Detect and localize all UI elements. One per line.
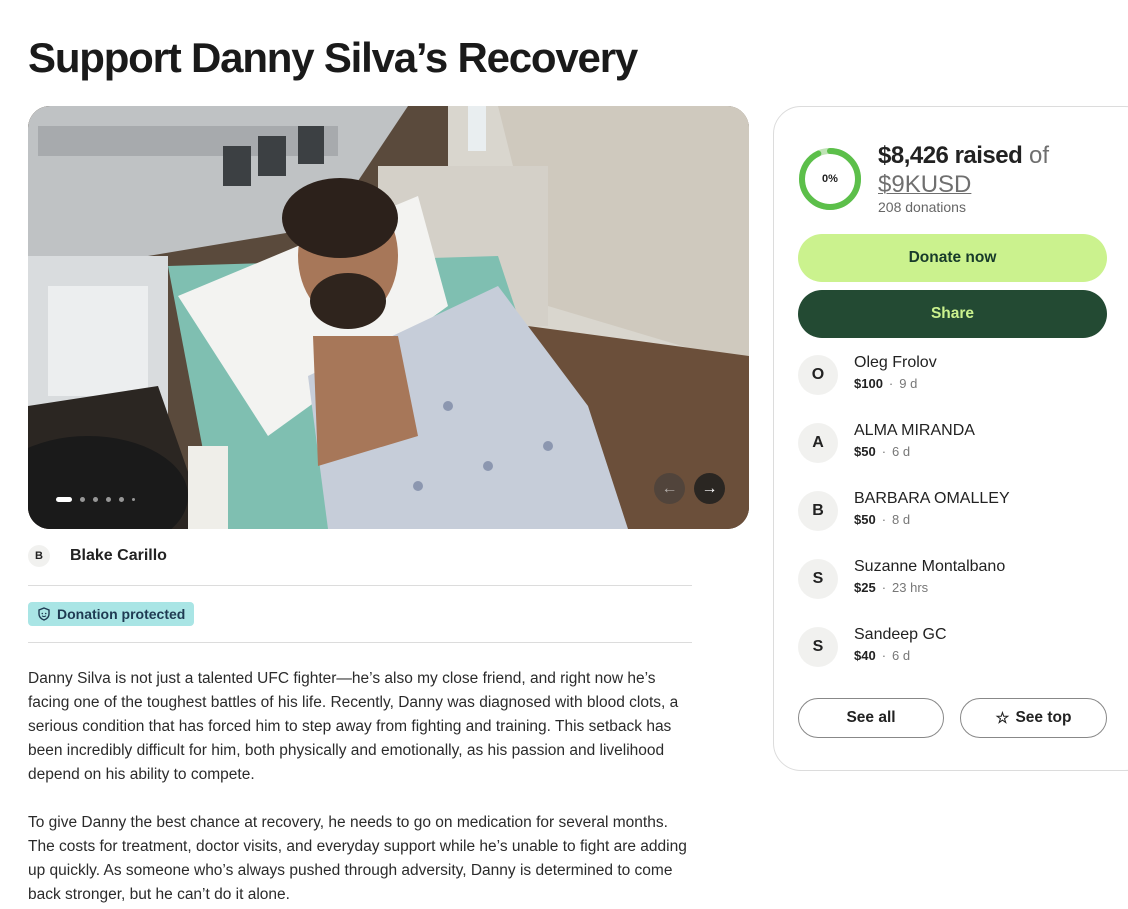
- see-all-label: See all: [846, 709, 896, 726]
- donor-name: BARBARA OMALLEY: [854, 490, 1010, 507]
- donor-meta: $50 · 6 d: [854, 444, 975, 459]
- donor-avatar: O: [798, 355, 838, 395]
- shield-icon: [38, 607, 50, 621]
- story-text: Danny Silva is not just a talented UFC f…: [28, 667, 692, 909]
- carousel-next-button[interactable]: →: [694, 473, 725, 504]
- donation-protected-badge[interactable]: Donation protected: [28, 602, 195, 626]
- donor-avatar: A: [798, 423, 838, 463]
- organizer-avatar: B: [28, 545, 50, 567]
- donor-amount: $50: [854, 512, 876, 527]
- raised-of: of: [1028, 142, 1049, 169]
- donor-amount: $25: [854, 580, 876, 595]
- see-top-button[interactable]: ☆ See top: [960, 698, 1107, 738]
- donor-meta: $100 · 9 d: [854, 376, 937, 391]
- donor-info: Sandeep GC $40 · 6 d: [854, 626, 947, 663]
- badge-label: Donation protected: [57, 606, 186, 622]
- donation-panel: 0% $8,426 raised of $9KUSD 208 donations…: [773, 106, 1128, 771]
- story-paragraph: To give Danny the best chance at recover…: [28, 814, 687, 903]
- donor-separator: ·: [881, 648, 887, 663]
- donor-info: ALMA MIRANDA $50 · 6 d: [854, 422, 975, 459]
- donor-info: BARBARA OMALLEY $50 · 8 d: [854, 490, 1010, 527]
- donor-info: Oleg Frolov $100 · 9 d: [854, 354, 937, 391]
- arrow-right-icon: →: [701, 479, 718, 497]
- carousel-dot[interactable]: [106, 497, 111, 502]
- see-all-button[interactable]: See all: [798, 698, 944, 738]
- donor-item: A ALMA MIRANDA $50 · 6 d: [798, 422, 975, 463]
- star-icon: ☆: [995, 709, 1010, 727]
- share-button[interactable]: Share: [798, 290, 1107, 338]
- donate-button[interactable]: Donate now: [798, 234, 1107, 282]
- donor-name: Oleg Frolov: [854, 354, 937, 371]
- progress-percent: 0%: [822, 173, 838, 185]
- donor-meta: $50 · 8 d: [854, 512, 1010, 527]
- goal-amount[interactable]: $9KUSD: [878, 171, 971, 198]
- donor-amount: $100: [854, 376, 883, 391]
- donor-separator: ·: [881, 580, 887, 595]
- carousel-dot[interactable]: [80, 497, 85, 502]
- see-top-label: See top: [1015, 709, 1072, 726]
- donor-time: 6 d: [892, 648, 911, 663]
- donor-time: 23 hrs: [892, 580, 929, 595]
- donor-info: Suzanne Montalbano $25 · 23 hrs: [854, 558, 1006, 595]
- carousel-dot[interactable]: [119, 497, 124, 502]
- arrow-left-icon: ←: [661, 479, 678, 497]
- organizer[interactable]: B Blake Carillo: [28, 545, 167, 567]
- donor-time: 6 d: [892, 444, 911, 459]
- donor-avatar: B: [798, 491, 838, 531]
- carousel-prev-button[interactable]: ←: [654, 473, 685, 504]
- donor-item: S Sandeep GC $40 · 6 d: [798, 626, 947, 667]
- donor-avatar: S: [798, 627, 838, 667]
- donor-meta: $40 · 6 d: [854, 648, 947, 663]
- organizer-name: Blake Carillo: [70, 547, 167, 564]
- donor-separator: ·: [888, 376, 894, 391]
- raised-summary: $8,426 raised of $9KUSD: [878, 141, 1118, 199]
- donor-amount: $40: [854, 648, 876, 663]
- donor-item: S Suzanne Montalbano $25 · 23 hrs: [798, 558, 1006, 599]
- page-title: Support Danny Silva’s Recovery: [28, 34, 638, 81]
- donor-time: 9 d: [899, 376, 918, 391]
- story-paragraph: Danny Silva is not just a talented UFC f…: [28, 670, 679, 783]
- carousel-indicators: [56, 497, 135, 502]
- donor-item: O Oleg Frolov $100 · 9 d: [798, 354, 937, 395]
- donor-amount: $50: [854, 444, 876, 459]
- donor-separator: ·: [881, 444, 887, 459]
- donor-avatar: S: [798, 559, 838, 599]
- photo-carousel[interactable]: ← →: [28, 106, 749, 529]
- raised-amount: $8,426 raised: [878, 142, 1023, 169]
- donor-name: ALMA MIRANDA: [854, 422, 975, 439]
- donor-name: Sandeep GC: [854, 626, 947, 643]
- carousel-dot[interactable]: [56, 497, 72, 502]
- donor-separator: ·: [881, 512, 887, 527]
- divider: [28, 642, 692, 643]
- donor-time: 8 d: [892, 512, 911, 527]
- divider: [28, 585, 692, 586]
- donor-item: B BARBARA OMALLEY $50 · 8 d: [798, 490, 1010, 531]
- donation-count: 208 donations: [878, 199, 966, 215]
- carousel-dot[interactable]: [132, 498, 135, 501]
- donor-meta: $25 · 23 hrs: [854, 580, 1005, 595]
- hero-photo: [28, 106, 749, 529]
- donor-name: Suzanne Montalbano: [854, 558, 1006, 575]
- carousel-dot[interactable]: [93, 497, 98, 502]
